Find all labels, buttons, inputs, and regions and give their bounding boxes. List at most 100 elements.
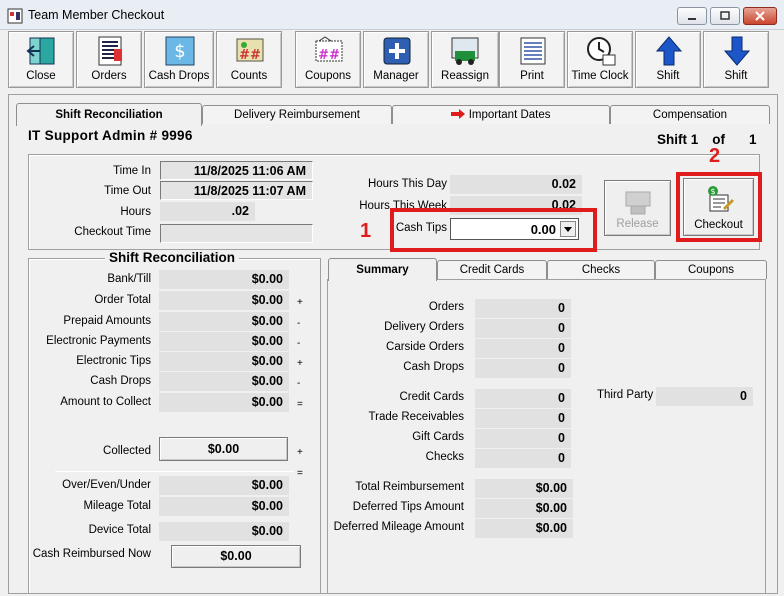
summary-row-label: Delivery Orders [384, 321, 464, 333]
summary-row-value: 0 [475, 449, 571, 468]
reassign-button[interactable]: Reassign [431, 31, 499, 88]
release-label: Release [616, 218, 659, 230]
maximize-button[interactable] [710, 7, 740, 25]
summary-row-label: Credit Cards [399, 391, 464, 403]
summary-row-value: $0.00 [475, 499, 573, 518]
shift-up-button-label: Shift [656, 70, 680, 82]
mileage-total-value: $0.00 [159, 497, 289, 516]
summary-row-label: Trade Receivables [368, 411, 464, 423]
annotation-box-1 [390, 208, 597, 252]
coupons-icon: ## [315, 36, 343, 63]
recon-row-op: + [297, 297, 303, 308]
close-button[interactable]: Close [8, 31, 74, 88]
summary-row-value: 0 [475, 409, 571, 428]
recon-row-op: - [297, 338, 301, 349]
recon-row-label: Prepaid Amounts [63, 315, 151, 327]
time-clock-icon [587, 37, 616, 66]
summary-row-label: Deferred Tips Amount [352, 501, 464, 513]
summary-row-value: 0 [475, 319, 571, 338]
tab-delivery-reimbursement[interactable]: Delivery Reimbursement [202, 105, 392, 124]
recon-row-label: Bank/Till [107, 273, 151, 285]
shift-down-button-label: Shift [724, 70, 748, 82]
collected-button[interactable]: $0.00 [159, 437, 288, 461]
shift-indicator: Shift 1 of 1 [657, 132, 757, 147]
cash-reimbursed-button[interactable]: $0.00 [171, 545, 301, 568]
cash-drops-icon: $ [165, 36, 195, 66]
tab-compensation[interactable]: Compensation [610, 105, 770, 124]
checkout-time-label: Checkout Time [74, 226, 151, 238]
recon-row-label: Cash Drops [90, 375, 151, 387]
tab-important-dates[interactable]: Important Dates [392, 105, 610, 124]
cash-reimbursed-label: Cash Reimbursed Now [32, 548, 151, 560]
mileage-total-label: Mileage Total [83, 500, 151, 512]
collected-op: + [297, 447, 303, 458]
counts-button-label: Counts [230, 70, 268, 82]
summary-row-label: Total Reimbursement [355, 481, 464, 493]
time-out-value: 11/8/2025 11:07 AM [160, 181, 313, 200]
employee-name: IT Support Admin # 9996 [28, 128, 193, 143]
maximize-icon [720, 11, 730, 20]
tab-coupons[interactable]: Coupons [655, 260, 767, 279]
time-clock-button-label: Time Clock [571, 70, 629, 82]
time-clock-button[interactable]: Time Clock [567, 31, 633, 88]
time-in-label: Time In [113, 165, 151, 177]
time-in-value: 11/8/2025 11:06 AM [160, 161, 313, 180]
recon-row-op: + [297, 358, 303, 369]
third-party-value: 0 [656, 387, 753, 406]
manager-button-label: Manager [373, 70, 419, 82]
app-icon [7, 8, 23, 24]
line-op: = [297, 468, 303, 479]
summary-row-value: 0 [475, 299, 571, 318]
close-window-button[interactable] [743, 7, 777, 25]
recon-row-label: Electronic Payments [46, 335, 151, 347]
minimize-icon [688, 18, 696, 20]
counts-button[interactable]: ## Counts [216, 31, 282, 88]
release-button[interactable]: Release [604, 180, 671, 236]
svg-text:##: ## [239, 48, 261, 63]
recon-row-value: $0.00 [159, 352, 289, 371]
annotation-box-2 [676, 172, 762, 242]
summary-row-value: 0 [475, 359, 571, 378]
recon-row-label: Order Total [94, 294, 151, 306]
tab-shift-reconciliation[interactable]: Shift Reconciliation [16, 103, 202, 126]
summary-row-label: Deferred Mileage Amount [333, 521, 464, 533]
over-even-under-value: $0.00 [159, 476, 289, 495]
red-arrow-icon [451, 109, 466, 119]
orders-list-icon [98, 36, 122, 66]
third-party-label: Third Party [597, 389, 654, 401]
close-icon [755, 11, 765, 21]
device-total-label: Device Total [88, 524, 151, 536]
tab-credit-cards[interactable]: Credit Cards [437, 260, 547, 279]
print-icon [520, 37, 546, 65]
recon-row-value: $0.00 [159, 372, 289, 391]
summary-row-value: 0 [475, 429, 571, 448]
hours-value: .02 [160, 202, 255, 221]
orders-button[interactable]: Orders [76, 31, 142, 88]
summary-row-label: Carside Orders [386, 341, 464, 353]
recon-row-op: = [297, 399, 303, 410]
summary-row-value: $0.00 [475, 479, 573, 498]
annotation-number-2: 2 [709, 145, 721, 167]
tab-summary[interactable]: Summary [328, 258, 437, 281]
collected-label: Collected [103, 445, 151, 457]
minimize-button[interactable] [677, 7, 707, 25]
cash-drops-button-label: Cash Drops [148, 70, 210, 82]
shift-down-button[interactable]: Shift [703, 31, 769, 88]
shift-total: 1 [749, 132, 757, 147]
summary-row-label: Cash Drops [403, 361, 464, 373]
annotation-number-1: 1 [360, 220, 372, 242]
cash-drops-button[interactable]: $ Cash Drops [144, 31, 214, 88]
tab-checks[interactable]: Checks [547, 260, 655, 279]
print-button[interactable]: Print [499, 31, 565, 88]
shift-up-button[interactable]: Shift [635, 31, 701, 88]
coupons-button-label: Coupons [304, 70, 352, 82]
recon-row-label: Electronic Tips [76, 355, 151, 367]
coupons-button[interactable]: ## Coupons [295, 31, 361, 88]
tab-important-dates-label: Important Dates [468, 109, 551, 121]
recon-row-value: $0.00 [159, 291, 289, 310]
svg-text:##: ## [318, 48, 340, 63]
manager-button[interactable]: Manager [363, 31, 429, 88]
recon-row-value: $0.00 [159, 270, 289, 289]
door-exit-icon [26, 37, 55, 65]
toolbar: Close Orders $ Cash Drops ## Counts ## C… [8, 30, 778, 90]
